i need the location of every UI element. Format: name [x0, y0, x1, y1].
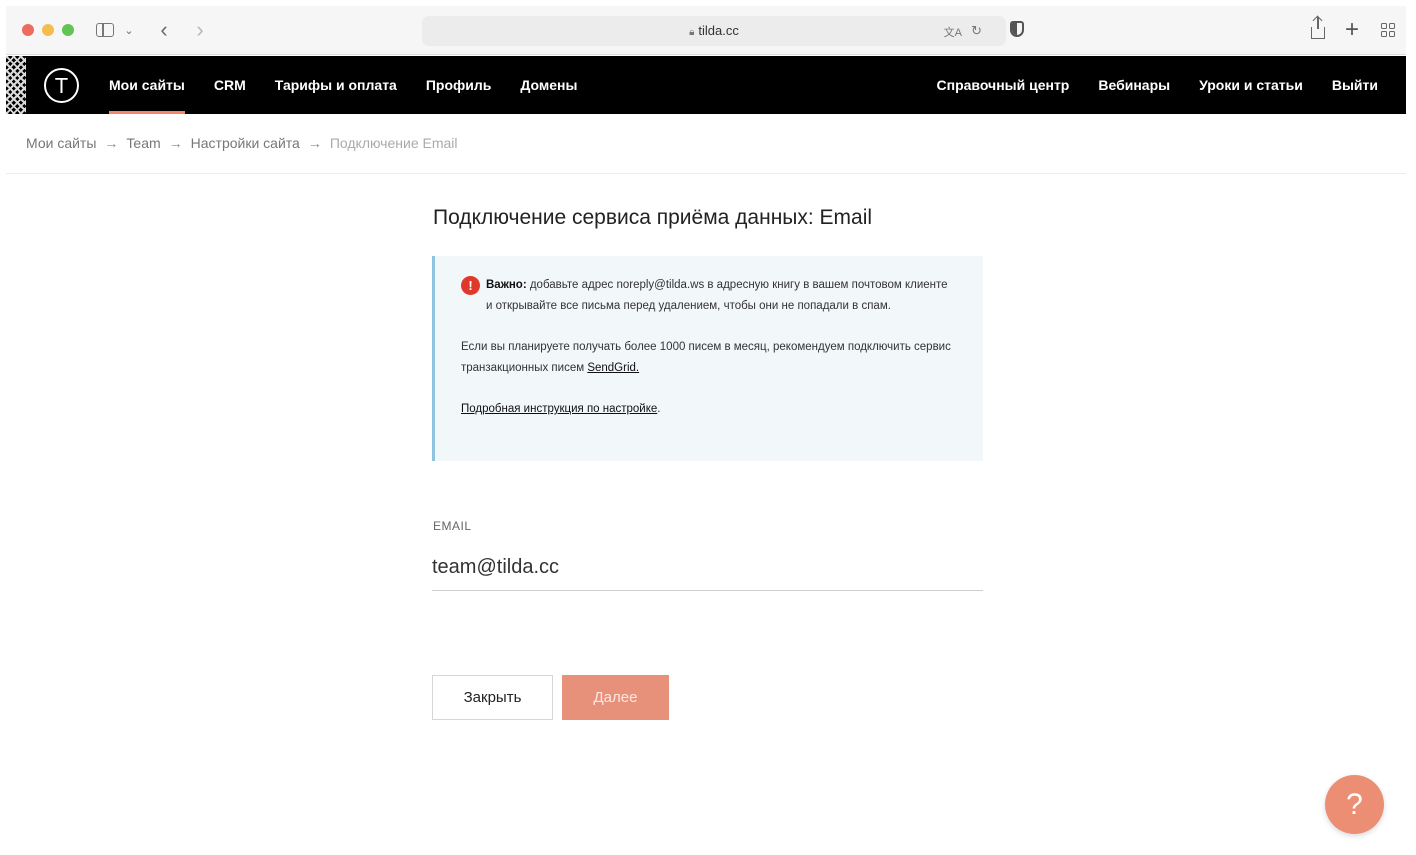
- breadcrumb-my-sites[interactable]: Мои сайты: [26, 135, 96, 151]
- breadcrumb-current: Подключение Email: [329, 135, 458, 151]
- nav-item-help-center[interactable]: Справочный центр: [937, 56, 1070, 114]
- email-label: EMAIL: [433, 519, 472, 533]
- page-title: Подключение сервиса приёма данных: Email: [433, 206, 873, 229]
- plan-text: Если вы планируете получать более 1000 п…: [461, 341, 951, 374]
- tilda-logo-icon[interactable]: T: [44, 68, 79, 103]
- nav-right-group: Справочный центр Вебинары Уроки и статьи…: [937, 56, 1378, 114]
- warning-icon: !: [461, 276, 480, 295]
- breadcrumb: Мои сайты → Team → Настройки сайта → Под…: [26, 135, 458, 151]
- zoom-window-button[interactable]: [62, 24, 74, 36]
- breadcrumb-separator-arrow-icon: →: [104, 135, 119, 151]
- next-button[interactable]: Далее: [562, 675, 669, 720]
- close-button[interactable]: Закрыть: [432, 675, 553, 720]
- back-arrow-icon[interactable]: ‹: [154, 17, 174, 42]
- url-text: tilda.cc: [698, 23, 739, 38]
- email-input[interactable]: [432, 545, 983, 591]
- browser-toolbar: ⌄ ‹ › 🔒︎ tilda.cc 文A ↻ +: [6, 6, 1406, 55]
- top-navigation: T Мои сайты CRM Тарифы и оплата Профиль …: [6, 56, 1406, 114]
- nav-item-webinars[interactable]: Вебинары: [1098, 56, 1170, 114]
- nav-item-lessons[interactable]: Уроки и статьи: [1199, 56, 1303, 114]
- translate-icon[interactable]: 文A: [944, 24, 962, 40]
- nav-item-profile[interactable]: Профиль: [426, 56, 492, 114]
- nav-item-my-sites[interactable]: Мои сайты: [109, 56, 185, 114]
- info-notice: ! Важно: добавьте адрес noreply@tilda.ws…: [432, 256, 983, 461]
- window-controls: [22, 24, 74, 36]
- breadcrumb-site-settings[interactable]: Настройки сайта: [191, 135, 300, 151]
- tab-overview-grid-icon[interactable]: [1378, 18, 1398, 42]
- nav-left-group: Мои сайты CRM Тарифы и оплата Профиль До…: [109, 56, 577, 114]
- zigzag-decoration: [6, 56, 26, 114]
- nav-item-tariffs[interactable]: Тарифы и оплата: [275, 56, 397, 114]
- breadcrumb-separator-arrow-icon: →: [307, 135, 322, 151]
- privacy-shield-icon[interactable]: [1010, 21, 1024, 37]
- breadcrumb-team[interactable]: Team: [126, 135, 160, 151]
- close-window-button[interactable]: [22, 24, 34, 36]
- chevron-down-icon[interactable]: ⌄: [122, 18, 136, 42]
- sidebar-toggle-icon[interactable]: [94, 18, 116, 42]
- important-label: Важно:: [486, 279, 527, 291]
- lock-icon: 🔒︎: [689, 27, 695, 38]
- address-bar[interactable]: 🔒︎ tilda.cc 文A ↻: [422, 16, 1006, 46]
- breadcrumb-separator-arrow-icon: →: [168, 135, 183, 151]
- sendgrid-link[interactable]: SendGrid.: [587, 362, 639, 374]
- new-tab-plus-icon[interactable]: +: [1342, 16, 1362, 43]
- share-icon[interactable]: [1308, 17, 1328, 42]
- help-button[interactable]: ?: [1325, 775, 1384, 834]
- important-notice-text: ! Важно: добавьте адрес noreply@tilda.ws…: [461, 275, 953, 317]
- reload-icon[interactable]: ↻: [971, 23, 982, 39]
- plan-text-paragraph: Если вы планируете получать более 1000 п…: [461, 337, 953, 379]
- nav-item-logout[interactable]: Выйти: [1332, 56, 1378, 114]
- nav-item-domains[interactable]: Домены: [520, 56, 577, 114]
- important-text: добавьте адрес noreply@tilda.ws в адресн…: [486, 279, 948, 312]
- instruction-suffix: .: [657, 403, 661, 415]
- instruction-paragraph: Подробная инструкция по настройке.: [461, 399, 953, 420]
- instruction-link[interactable]: Подробная инструкция по настройке: [461, 403, 657, 415]
- breadcrumb-divider: [6, 173, 1406, 174]
- forward-arrow-icon[interactable]: ›: [190, 17, 210, 42]
- address-bar-text: 🔒︎ tilda.cc: [422, 23, 1006, 38]
- nav-item-crm[interactable]: CRM: [214, 56, 246, 114]
- minimize-window-button[interactable]: [42, 24, 54, 36]
